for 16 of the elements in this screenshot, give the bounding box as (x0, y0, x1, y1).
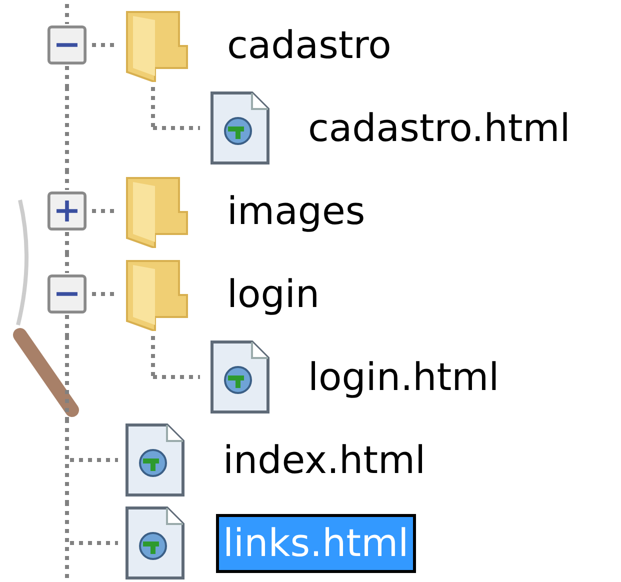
web-page-icon (125, 422, 185, 498)
folder-name[interactable]: images (220, 182, 372, 242)
collapse-button[interactable] (47, 25, 87, 65)
file-name[interactable]: login.html (301, 348, 506, 408)
web-page-icon (125, 506, 185, 582)
folder-icon (125, 10, 189, 82)
file-name[interactable]: index.html (216, 430, 433, 490)
web-page-icon (210, 340, 270, 416)
collapse-button[interactable] (47, 274, 87, 314)
folder-icon (125, 258, 189, 330)
folder-name[interactable]: login (220, 264, 327, 324)
web-page-icon (210, 90, 270, 166)
file-name[interactable]: cadastro.html (301, 98, 578, 158)
folder-icon (125, 176, 189, 248)
expand-button[interactable] (47, 191, 87, 231)
folder-name[interactable]: cadastro (220, 16, 398, 76)
